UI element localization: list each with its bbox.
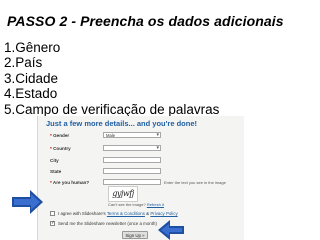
arrow-left-icon [158, 220, 184, 240]
captcha-help: Can't see the image? Refresh it [108, 202, 164, 207]
city-input[interactable] [103, 157, 161, 163]
captcha-image: gyjwfj [108, 186, 138, 202]
agree-checkbox[interactable] [50, 211, 55, 216]
gender-label: * Gender [50, 133, 70, 138]
step-item: 5.Campo de verificação de palavras [4, 101, 220, 117]
slide-title: PASSO 2 - Preencha os dados adicionais [7, 13, 284, 29]
step-item: 4.Estado [4, 86, 58, 102]
form-heading: Just a few more details... and you're do… [46, 119, 197, 128]
step-item: 3.Cidade [4, 70, 59, 86]
refresh-captcha-link[interactable]: Refresh it [147, 202, 164, 207]
human-label: * Are you human? [50, 180, 90, 185]
agree-text: I agree with Slideshare's Terms & Condit… [58, 211, 178, 216]
sign-up-button[interactable]: Sign Up » [122, 231, 148, 239]
arrow-right-icon [12, 190, 43, 214]
country-label: * Country [50, 146, 71, 151]
steps-list: 1.Gênero 2.País 3.Cidade 4.Estado 5.Camp… [4, 40, 219, 117]
captcha-hint: Enter the text you see in the image [164, 180, 226, 185]
newsletter-text: Send me the Slideshare newsletter (once … [58, 221, 157, 226]
signup-form-screenshot: Just a few more details... and you're do… [37, 116, 244, 240]
state-label: State [50, 169, 62, 174]
step-item: 2.País [4, 55, 43, 71]
privacy-link[interactable]: Privacy Policy [150, 211, 177, 216]
step-item: 1.Gênero [4, 40, 61, 55]
country-select[interactable] [103, 145, 161, 151]
state-input[interactable] [103, 168, 161, 174]
gender-select[interactable]: Male [103, 132, 161, 138]
terms-link[interactable]: Terms & Conditions [107, 211, 145, 216]
newsletter-checkbox[interactable] [50, 220, 55, 226]
city-label: City [50, 158, 59, 163]
captcha-input[interactable] [103, 179, 161, 185]
